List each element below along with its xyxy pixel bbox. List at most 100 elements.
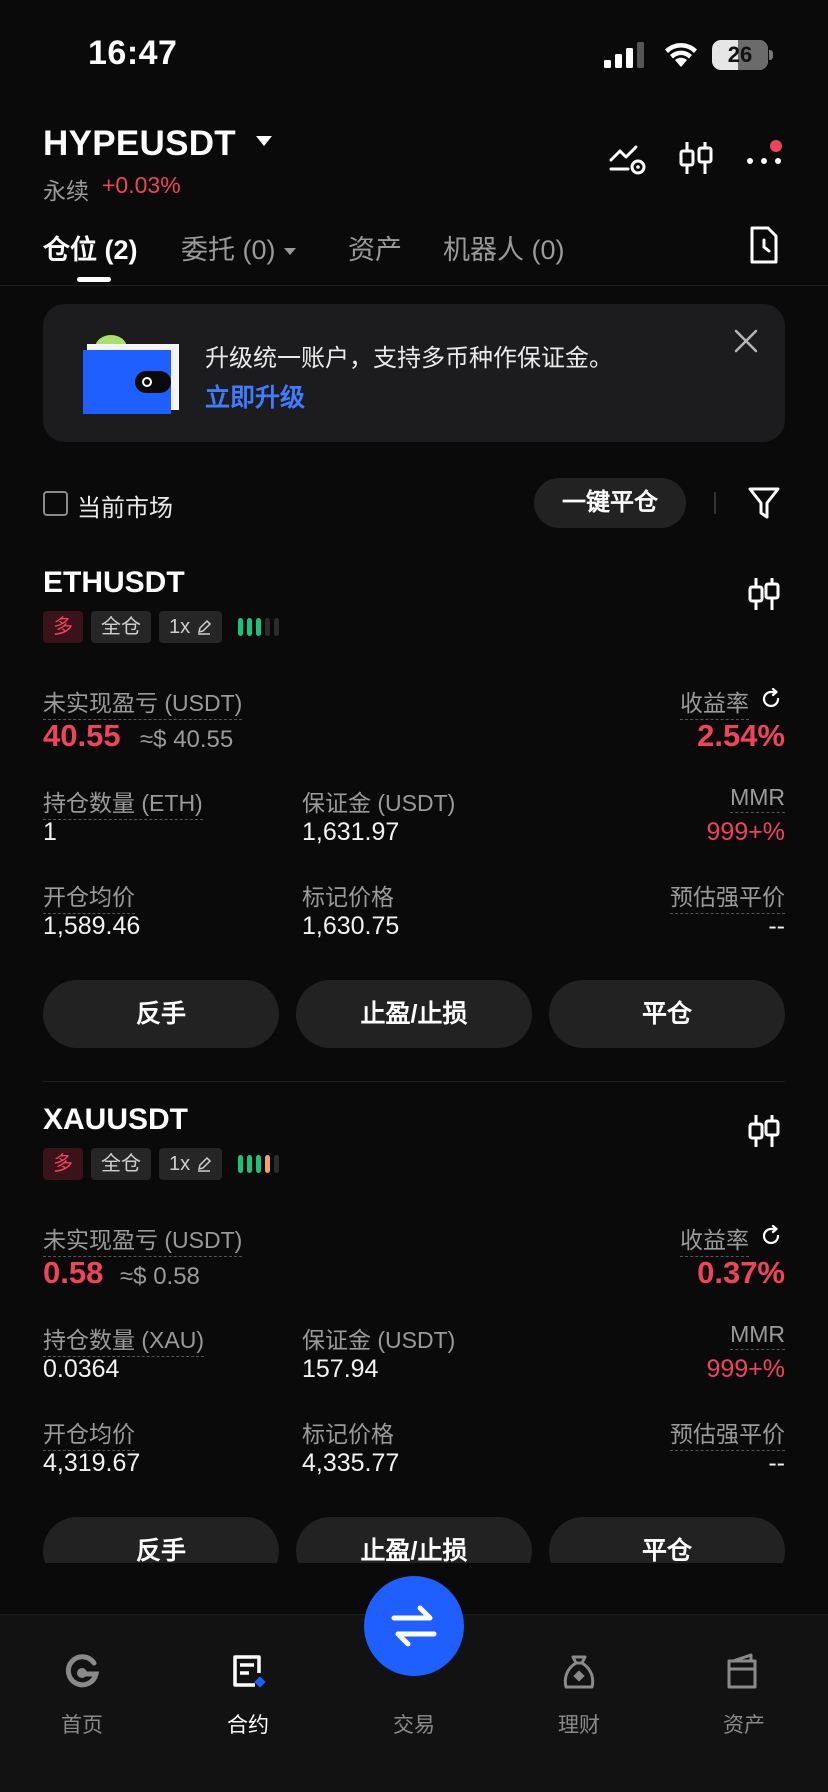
unrealized-pnl: 40.55: [43, 718, 121, 753]
pnl-usd-value: ≈$ 0.58: [120, 1263, 200, 1290]
caret-down-icon[interactable]: [256, 136, 272, 146]
mmr-value: 999+%: [706, 1355, 785, 1383]
notification-dot: [770, 140, 782, 152]
upgrade-now-link[interactable]: 立即升级: [205, 378, 305, 414]
refresh-icon[interactable]: [760, 1225, 782, 1247]
banner-message: 升级统一账户，支持多币种作保证金。: [205, 345, 613, 372]
leverage-value: 1x: [169, 616, 191, 638]
position-card: XAUUSDT 多 全仓 1x 未实现盈亏 (USDT) 0.58 ≈$ 0.5…: [0, 1103, 828, 1563]
earn-icon: [563, 1655, 595, 1689]
margin-label: 保证金 (USDT): [302, 790, 456, 816]
tab-bots[interactable]: 机器人 (0): [443, 228, 565, 267]
tab-orders[interactable]: 委托 (0): [181, 228, 296, 267]
position-symbol[interactable]: ETHUSDT: [43, 566, 185, 600]
current-market-checkbox[interactable]: [43, 491, 68, 516]
mark-price-label: 标记价格: [302, 1421, 394, 1447]
reverse-button[interactable]: 反手: [43, 980, 279, 1048]
tab-positions[interactable]: 仓位 (2): [43, 228, 138, 267]
margin-mode-badge: 全仓: [91, 1148, 151, 1180]
close-all-button[interactable]: 一键平仓: [534, 478, 686, 528]
roe-label[interactable]: 收益率: [680, 1221, 749, 1257]
wallet-icon: [727, 1653, 757, 1689]
pnl-label[interactable]: 未实现盈亏 (USDT): [43, 1221, 243, 1257]
leverage-badge[interactable]: 1x: [159, 611, 223, 643]
mmr-label[interactable]: MMR: [730, 1321, 785, 1350]
pair-selector[interactable]: HYPEUSDT: [43, 124, 236, 164]
pair-header: HYPEUSDT 永续 +0.03%: [0, 118, 828, 208]
side-badge: 多: [43, 611, 83, 643]
risk-bar: [265, 1155, 271, 1173]
trend-target-icon[interactable]: [608, 138, 648, 178]
risk-bar: [274, 1155, 280, 1173]
entry-price-value: 4,319.67: [43, 1449, 141, 1477]
roe-value: 0.37%: [697, 1255, 785, 1290]
quantity-label[interactable]: 持仓数量 (ETH): [43, 784, 203, 820]
liq-price-value: --: [768, 1449, 785, 1477]
upgrade-banner: 升级统一账户，支持多币种作保证金。 立即升级: [43, 304, 785, 442]
mark-price-label: 标记价格: [302, 884, 394, 910]
mark-price-value: 4,335.77: [302, 1449, 400, 1477]
signal-icon: [604, 42, 644, 68]
margin-value: 157.94: [302, 1355, 379, 1383]
pnl-usd-value: ≈$ 40.55: [140, 726, 234, 753]
close-icon[interactable]: [733, 328, 759, 354]
filter-row: 当前市场 一键平仓: [0, 476, 828, 532]
quantity-value: 0.0364: [43, 1355, 120, 1383]
divider: [43, 1081, 785, 1082]
candlestick-icon[interactable]: [746, 576, 782, 612]
divider: [714, 492, 716, 514]
position-badges: 多 全仓 1x: [43, 610, 280, 644]
trade-fab-button[interactable]: [364, 1576, 464, 1676]
nav-label: 理财: [558, 1714, 600, 1737]
liq-price-label[interactable]: 预估强平价: [670, 878, 785, 914]
risk-bar: [247, 618, 253, 636]
leverage-value: 1x: [169, 1153, 191, 1175]
current-market-label[interactable]: 当前市场: [77, 488, 173, 523]
pnl-label[interactable]: 未实现盈亏 (USDT): [43, 684, 243, 720]
battery-icon: 26: [712, 40, 774, 70]
contract-type: 永续: [43, 178, 89, 204]
wallet-illustration-icon: [83, 335, 179, 414]
nav-label: 合约: [227, 1714, 269, 1737]
filter-icon[interactable]: [748, 486, 780, 520]
quantity-label[interactable]: 持仓数量 (XAU): [43, 1321, 204, 1357]
liq-price-label[interactable]: 预估强平价: [670, 1415, 785, 1451]
swap-icon: [391, 1605, 437, 1647]
tp-sl-button[interactable]: 止盈/止损: [296, 1517, 532, 1563]
wifi-icon: [665, 43, 697, 67]
position-card: ETHUSDT 多 全仓 1x 未实现盈亏 (USDT) 40.55 ≈$ 40…: [0, 566, 828, 1048]
mmr-label[interactable]: MMR: [730, 784, 785, 813]
unrealized-pnl: 0.58: [43, 1255, 104, 1290]
risk-bar: [247, 1155, 253, 1173]
risk-bar: [238, 1155, 244, 1173]
margin-mode-badge: 全仓: [91, 611, 151, 643]
mark-price-value: 1,630.75: [302, 912, 400, 940]
risk-bar: [256, 618, 262, 636]
entry-price-value: 1,589.46: [43, 912, 141, 940]
edit-icon: [198, 619, 212, 635]
position-symbol[interactable]: XAUUSDT: [43, 1103, 188, 1137]
refresh-icon[interactable]: [760, 688, 782, 710]
nav-label: 资产: [723, 1714, 765, 1737]
leverage-badge[interactable]: 1x: [159, 1148, 223, 1180]
roe-value: 2.54%: [697, 718, 785, 753]
battery-level: 26: [727, 42, 753, 67]
candlestick-icon[interactable]: [676, 138, 716, 178]
liq-price-value: --: [768, 912, 785, 940]
side-badge: 多: [43, 1148, 83, 1180]
roe-label[interactable]: 收益率: [680, 684, 749, 720]
close-position-button[interactable]: 平仓: [549, 980, 785, 1048]
candlestick-icon[interactable]: [746, 1113, 782, 1149]
entry-price-label[interactable]: 开仓均价: [43, 1415, 135, 1451]
tp-sl-button[interactable]: 止盈/止损: [296, 980, 532, 1048]
nav-label: 首页: [61, 1714, 103, 1737]
risk-level-bars: [238, 1155, 280, 1173]
entry-price-label[interactable]: 开仓均价: [43, 878, 135, 914]
tab-assets[interactable]: 资产: [348, 228, 402, 267]
status-time: 16:47: [88, 34, 178, 72]
reverse-button[interactable]: 反手: [43, 1517, 279, 1563]
history-doc-icon[interactable]: [748, 226, 780, 264]
mmr-value: 999+%: [706, 818, 785, 846]
position-tabs: 仓位 (2) 委托 (0) 资产 机器人 (0): [0, 222, 828, 286]
close-position-button[interactable]: 平仓: [549, 1517, 785, 1563]
